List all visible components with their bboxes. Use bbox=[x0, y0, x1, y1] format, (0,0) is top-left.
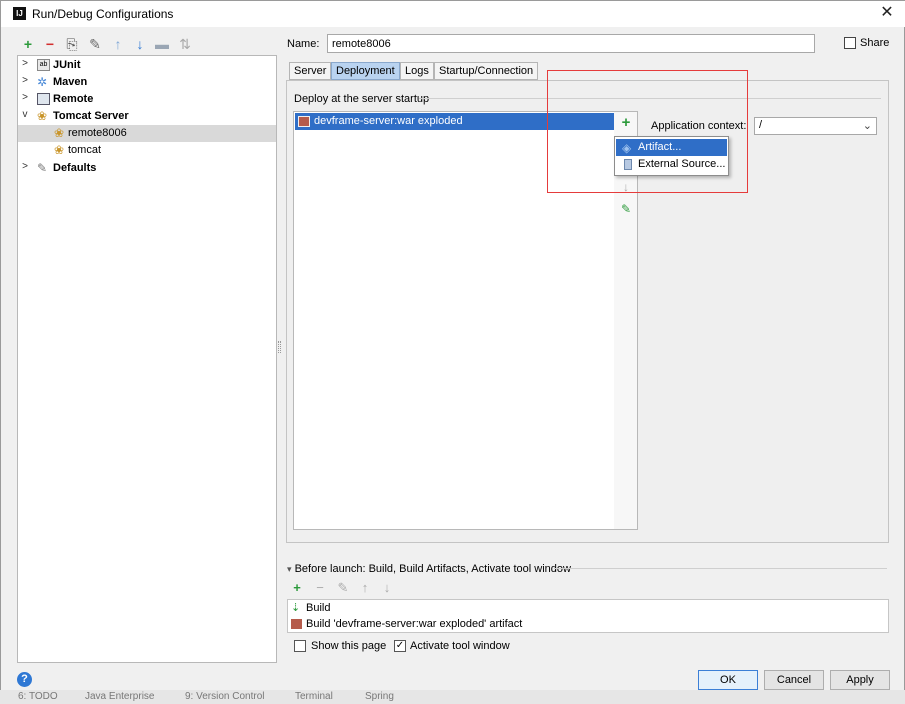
tree-item-label: Maven bbox=[53, 76, 88, 88]
tomcat-icon: ❀ bbox=[37, 109, 48, 123]
move-down-icon[interactable]: ↓ bbox=[132, 36, 148, 52]
run-debug-dialog: IJ Run/Debug Configurations ✕ + − ⎘ ✎ ↑ … bbox=[0, 0, 905, 704]
list-item-label: Build 'devframe-server:war exploded' art… bbox=[306, 618, 523, 630]
list-item[interactable]: ⇣ Build bbox=[288, 600, 888, 616]
artifact-icon bbox=[291, 619, 302, 629]
move-up-icon[interactable]: ↑ bbox=[110, 36, 126, 52]
chevron-right-icon[interactable]: > bbox=[20, 58, 30, 69]
tab-logs[interactable]: Logs bbox=[400, 62, 434, 80]
move-up-icon[interactable]: ↑ bbox=[358, 581, 372, 595]
wrench-icon: ✎ bbox=[37, 161, 48, 175]
tree-item-defaults[interactable]: > ✎ Defaults bbox=[18, 160, 276, 177]
tab-deployment[interactable]: Deployment bbox=[331, 62, 400, 80]
tree-item-remote[interactable]: > Remote bbox=[18, 91, 276, 108]
intellij-icon: IJ bbox=[13, 7, 26, 20]
highlight-annotation bbox=[547, 70, 748, 193]
bg-tab-todo: 6: TODO bbox=[18, 691, 58, 702]
tree-item-label: Defaults bbox=[53, 162, 97, 174]
configuration-tree: > ab JUnit > ✲ Maven > Remote v ❀ Tomcat… bbox=[17, 55, 277, 663]
chevron-right-icon[interactable]: > bbox=[20, 75, 30, 86]
cancel-button[interactable]: Cancel bbox=[764, 670, 824, 690]
close-icon[interactable]: ✕ bbox=[877, 3, 897, 23]
bg-tab-spring: Spring bbox=[365, 691, 394, 702]
dialog-title: Run/Debug Configurations bbox=[32, 7, 174, 21]
edit-icon[interactable]: ✎ bbox=[618, 202, 634, 218]
build-icon: ⇣ bbox=[291, 602, 301, 614]
tomcat-icon: ❀ bbox=[54, 126, 65, 140]
list-item[interactable]: Build 'devframe-server:war exploded' art… bbox=[288, 616, 888, 632]
tree-item-label: JUnit bbox=[53, 59, 81, 71]
share-checkbox[interactable] bbox=[844, 37, 856, 49]
wrench-icon[interactable]: ✎ bbox=[87, 36, 103, 52]
show-page-checkbox[interactable] bbox=[294, 640, 306, 652]
name-input[interactable] bbox=[327, 34, 815, 53]
list-item-label: Build bbox=[306, 602, 331, 614]
junit-icon: ab bbox=[37, 59, 50, 71]
tab-server[interactable]: Server bbox=[289, 62, 332, 80]
name-label: Name: bbox=[287, 38, 320, 50]
tree-item-label: tomcat bbox=[68, 144, 102, 156]
sort-icon[interactable]: ⇅ bbox=[177, 36, 193, 52]
bg-tab-version-control: 9: Version Control bbox=[185, 691, 265, 702]
tree-item-label: Remote bbox=[53, 93, 94, 105]
chevron-right-icon[interactable]: > bbox=[20, 161, 30, 172]
add-icon[interactable]: + bbox=[20, 36, 36, 52]
ok-button[interactable]: OK bbox=[698, 670, 758, 690]
tree-item-tomcat[interactable]: ❀ tomcat bbox=[18, 142, 276, 159]
collapse-icon[interactable]: ▾ bbox=[287, 564, 292, 574]
folder-icon[interactable]: ▬ bbox=[154, 36, 170, 52]
title-bar: IJ Run/Debug Configurations ✕ bbox=[1, 1, 905, 27]
add-icon[interactable]: + bbox=[290, 581, 304, 595]
deploy-item-label: devframe-server:war exploded bbox=[314, 115, 463, 127]
tomcat-icon: ❀ bbox=[54, 143, 65, 157]
tree-item-label: Tomcat Server bbox=[53, 110, 129, 122]
edit-icon[interactable]: ✎ bbox=[336, 581, 350, 595]
artifact-icon bbox=[298, 116, 310, 127]
apply-button[interactable]: Apply bbox=[830, 670, 890, 690]
tree-item-label: remote8006 bbox=[68, 127, 127, 139]
bg-tab-java-enterprise: Java Enterprise bbox=[85, 691, 155, 702]
tree-item-tomcat-server[interactable]: v ❀ Tomcat Server bbox=[18, 108, 276, 125]
tree-item-junit[interactable]: > ab JUnit bbox=[18, 57, 276, 74]
show-page-label: Show this page bbox=[311, 640, 387, 652]
remove-icon[interactable]: − bbox=[313, 581, 327, 595]
before-launch-title[interactable]: ▾ Before launch: Build, Build Artifacts,… bbox=[287, 563, 571, 575]
share-label: Share bbox=[860, 37, 890, 49]
chevron-right-icon[interactable]: > bbox=[20, 92, 30, 103]
section-divider bbox=[554, 568, 887, 569]
remote-icon bbox=[37, 93, 50, 105]
activate-tool-checkbox[interactable]: ✓ bbox=[394, 640, 406, 652]
before-launch-list[interactable]: ⇣ Build Build 'devframe-server:war explo… bbox=[287, 599, 889, 633]
tree-item-remote8006[interactable]: ❀ remote8006 bbox=[18, 125, 276, 142]
gear-icon: ✲ bbox=[37, 75, 48, 89]
panel-splitter[interactable] bbox=[278, 341, 281, 353]
app-context-value: / bbox=[759, 119, 763, 131]
ide-status-strip: 6: TODO Java Enterprise 9: Version Contr… bbox=[0, 690, 905, 704]
move-down-icon[interactable]: ↓ bbox=[380, 581, 394, 595]
bg-tab-terminal: Terminal bbox=[295, 691, 333, 702]
deploy-section-title: Deploy at the server startup bbox=[294, 93, 430, 105]
tree-item-maven[interactable]: > ✲ Maven bbox=[18, 74, 276, 91]
tab-startup-connection[interactable]: Startup/Connection bbox=[434, 62, 539, 80]
remove-icon[interactable]: − bbox=[42, 36, 58, 52]
chevron-down-icon[interactable]: v bbox=[20, 109, 30, 120]
activate-tool-label: Activate tool window bbox=[410, 640, 510, 652]
app-context-select[interactable]: / ⌄ bbox=[754, 117, 877, 135]
before-launch-label: Before launch: Build, Build Artifacts, A… bbox=[294, 563, 571, 575]
chevron-down-icon: ⌄ bbox=[862, 120, 872, 132]
help-icon[interactable]: ? bbox=[17, 672, 32, 687]
copy-icon[interactable]: ⎘ bbox=[64, 36, 80, 52]
